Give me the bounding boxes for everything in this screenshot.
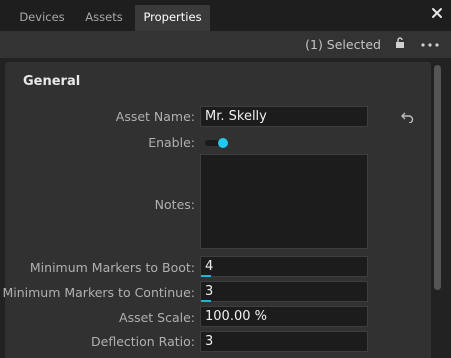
more-horizontal-icon[interactable] bbox=[421, 43, 439, 47]
min-markers-boot-input[interactable]: 4 bbox=[200, 256, 368, 277]
close-icon[interactable] bbox=[430, 6, 444, 20]
input-accent bbox=[201, 275, 211, 277]
toggle-knob bbox=[218, 138, 228, 148]
tab-assets[interactable]: Assets bbox=[76, 5, 132, 31]
enable-label: Enable: bbox=[148, 135, 195, 150]
min-markers-continue-label: Minimum Markers to Continue: bbox=[2, 285, 195, 300]
asset-scale-label: Asset Scale: bbox=[119, 310, 195, 325]
unlock-icon[interactable] bbox=[395, 37, 405, 49]
undo-icon[interactable] bbox=[401, 111, 414, 123]
enable-toggle[interactable] bbox=[203, 137, 229, 149]
scrollbar-thumb[interactable] bbox=[434, 65, 441, 290]
notes-textarea[interactable] bbox=[200, 154, 368, 249]
section-title: General bbox=[23, 74, 81, 89]
tab-properties[interactable]: Properties bbox=[135, 5, 210, 31]
deflection-ratio-label: Deflection Ratio: bbox=[91, 334, 195, 349]
properties-toolbar: (1) Selected bbox=[0, 31, 451, 58]
min-markers-continue-input[interactable]: 3 bbox=[200, 281, 368, 302]
asset-name-input[interactable]: Mr. Skelly bbox=[200, 106, 368, 127]
selection-count: (1) Selected bbox=[305, 37, 381, 52]
notes-label: Notes: bbox=[154, 197, 195, 212]
min-markers-continue-value: 3 bbox=[205, 284, 214, 299]
asset-scale-input[interactable]: 100.00 % bbox=[200, 306, 368, 327]
tab-bar: Devices Assets Properties bbox=[0, 0, 451, 31]
deflection-ratio-input[interactable]: 3 bbox=[200, 331, 368, 352]
asset-name-label: Asset Name: bbox=[115, 109, 195, 124]
min-markers-boot-label: Minimum Markers to Boot: bbox=[29, 260, 195, 275]
tab-devices[interactable]: Devices bbox=[10, 5, 74, 31]
min-markers-boot-value: 4 bbox=[205, 259, 214, 274]
input-accent bbox=[201, 300, 211, 302]
